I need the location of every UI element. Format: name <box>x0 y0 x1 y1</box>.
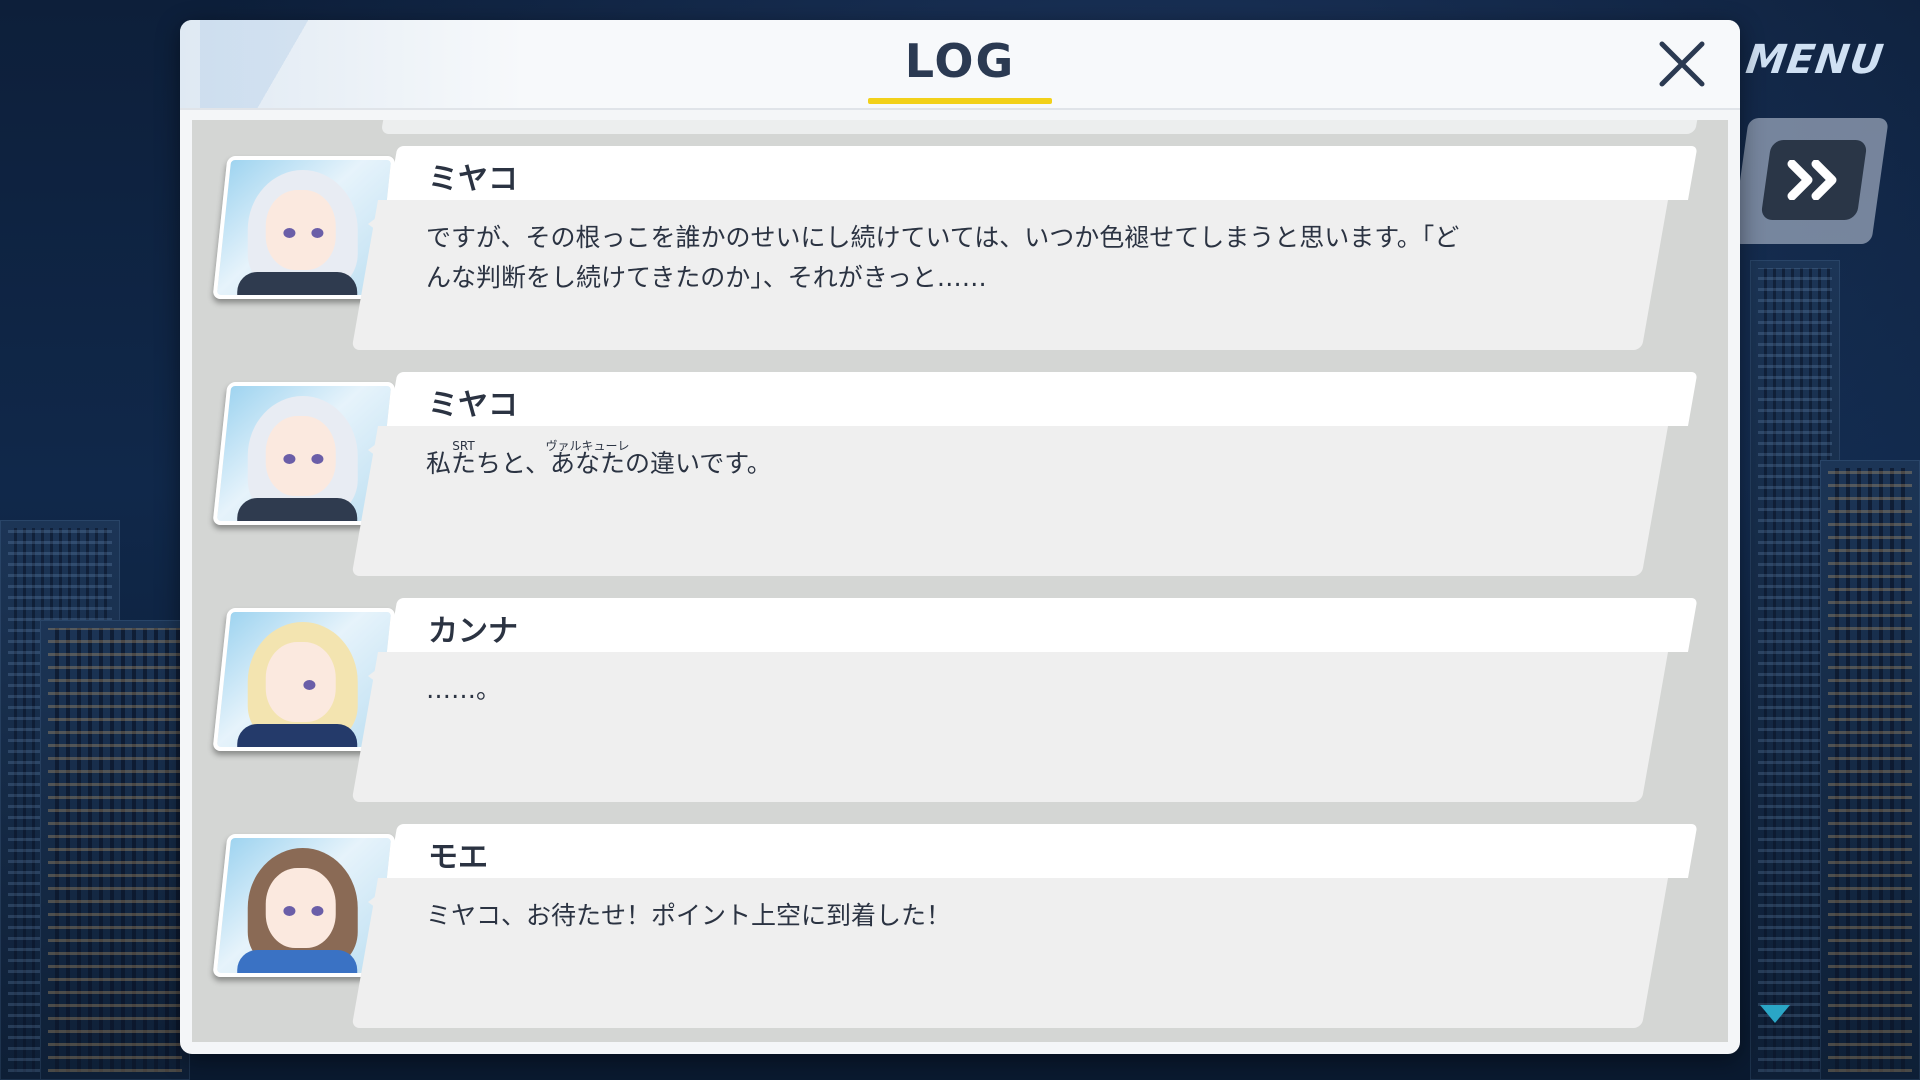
message-text: ですが、その根っこを誰かのせいにし続けていては、いつか色褪せてしまうと思います。… <box>426 218 1526 298</box>
avatar-body <box>237 272 358 299</box>
skip-button[interactable] <box>1760 140 1868 220</box>
ruby-annotation: SRT <box>452 439 475 453</box>
speaker-name: モエ <box>428 840 488 875</box>
avatar-body <box>237 724 358 751</box>
avatar-face <box>265 416 336 496</box>
close-icon <box>1659 41 1705 87</box>
avatar-eye <box>311 906 324 916</box>
log-header: LOG <box>180 20 1740 110</box>
avatar-face <box>265 868 336 948</box>
close-button[interactable] <box>1652 34 1712 94</box>
message-text: ミヤコ、お待たせ！ポイント上空に到着した！ <box>426 901 952 930</box>
speaker-name: カンナ <box>428 614 518 649</box>
log-entry: ミヤコ SRT 私たちと、 ヴァルキューレ あなたの違いです。 <box>192 372 1728 582</box>
avatar-face <box>265 190 336 270</box>
ruby-word: SRT 私たち <box>426 439 501 484</box>
page-title: LOG <box>904 34 1016 88</box>
avatar-eye <box>311 454 324 464</box>
speaker-bar <box>388 824 1698 878</box>
log-entry: ミヤコ ですが、その根っこを誰かのせいにし続けていては、いつか色褪せてしまうと思… <box>192 146 1728 356</box>
speech-bubble: モエ ミヤコ、お待たせ！ポイント上空に到着した！ <box>351 824 1700 1034</box>
building <box>40 620 190 1080</box>
title-underline <box>868 98 1052 104</box>
avatar-eye <box>311 228 324 238</box>
speaker-bar <box>388 146 1698 200</box>
message-segment: と、 <box>501 449 551 478</box>
menu-button[interactable]: MENU <box>1736 30 1894 90</box>
avatar-body <box>237 950 358 977</box>
speech-bubble: ミヤコ ですが、その根っこを誰かのせいにし続けていては、いつか色褪せてしまうと思… <box>351 146 1700 356</box>
speaker-bar <box>388 598 1698 652</box>
speaker-bar <box>388 372 1698 426</box>
message-line: ですが、その根っこを誰かのせいにし続けていては、いつか色褪せてしまうと思います。… <box>426 223 1460 252</box>
speaker-name: ミヤコ <box>428 388 518 423</box>
log-entry: カンナ ……。 <box>192 598 1728 808</box>
triangle-down-icon[interactable] <box>1760 1005 1790 1023</box>
message-text: SRT 私たちと、 ヴァルキューレ あなたの違いです。 <box>426 439 1526 484</box>
building <box>1820 460 1920 1080</box>
speech-bubble: ミヤコ SRT 私たちと、 ヴァルキューレ あなたの違いです。 <box>351 372 1700 582</box>
avatar-eye <box>283 228 296 238</box>
avatar-body <box>237 498 358 525</box>
ruby-annotation: ヴァルキューレ <box>545 439 630 453</box>
speaker-name: ミヤコ <box>428 162 518 197</box>
message-segment: の違いです。 <box>625 449 772 478</box>
avatar-eye <box>283 906 296 916</box>
log-entry: モエ ミヤコ、お待たせ！ポイント上空に到着した！ <box>192 824 1728 1034</box>
message-text: ……。 <box>426 675 502 704</box>
avatar-eye <box>303 680 316 690</box>
log-list[interactable]: ミヤコ ですが、その根っこを誰かのせいにし続けていては、いつか色褪せてしまうと思… <box>192 120 1728 1042</box>
previous-entry-edge <box>380 120 1698 134</box>
speech-bubble: カンナ ……。 <box>351 598 1700 808</box>
avatar-eye <box>283 454 296 464</box>
double-chevron-right-icon <box>1787 160 1837 200</box>
avatar-face <box>265 642 336 722</box>
ruby-word: ヴァルキューレ あなた <box>546 439 630 484</box>
log-panel: LOG ミヤコ ですが、その根っこを誰かのせいにし続けていては、いつか色褪せてし… <box>180 20 1740 1054</box>
message-line: んな判断をし続けてきたのか」、それがきっと…… <box>426 263 987 292</box>
